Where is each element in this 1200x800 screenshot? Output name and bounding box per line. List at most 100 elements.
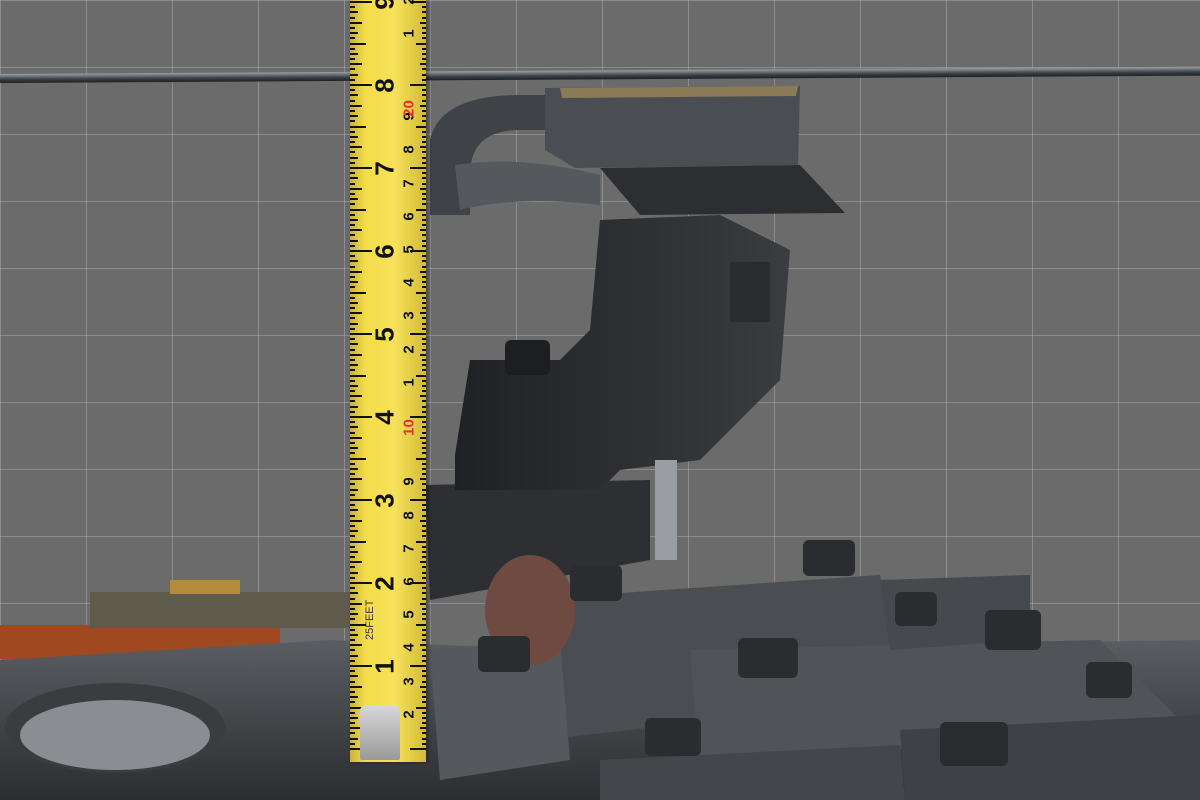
- tape-tick: [350, 602, 362, 605]
- tape-tick: [416, 540, 426, 543]
- tape-tick: [350, 115, 358, 118]
- tape-tick: [350, 317, 355, 320]
- tape-tick: [420, 644, 426, 647]
- tape-tick: [350, 384, 358, 387]
- tape-tick: [422, 493, 426, 496]
- tape-tick: [422, 260, 426, 263]
- tape-tick: [350, 32, 358, 35]
- tape-tick: [422, 597, 426, 600]
- tape-tick: [420, 727, 426, 730]
- tape-tick: [422, 514, 426, 517]
- tape-sub-label: 7: [400, 178, 418, 188]
- tape-tick: [422, 441, 426, 444]
- tape-tick: [422, 711, 426, 714]
- tape-tick: [350, 291, 366, 294]
- tape-tick: [350, 307, 355, 310]
- tape-tick: [422, 400, 426, 403]
- tape-tick: [422, 234, 426, 237]
- tape-tick: [422, 130, 426, 133]
- tape-tick: [420, 104, 426, 107]
- tape-tick: [350, 613, 358, 616]
- tape-tick: [350, 379, 355, 382]
- tape-tick: [350, 395, 362, 398]
- tape-tick: [350, 732, 355, 735]
- tape-tick: [410, 665, 426, 667]
- tape-tick: [420, 229, 426, 232]
- tape-tick: [350, 89, 355, 92]
- tape-tick: [422, 94, 426, 97]
- tape-tick: [422, 696, 426, 699]
- tape-tick: [350, 208, 366, 211]
- pickup-screen-rim: [560, 86, 798, 98]
- pickup-screen: [545, 86, 800, 168]
- bolt-head: [738, 638, 798, 678]
- tape-sub-label: 2: [400, 0, 418, 5]
- tape-tick: [350, 649, 355, 652]
- tape-tick: [422, 115, 426, 118]
- tape-red-marker: 20: [400, 100, 418, 117]
- tape-tick: [350, 286, 355, 289]
- tape-tick: [350, 187, 362, 190]
- tape-tick: [422, 322, 426, 325]
- tape-tick: [422, 390, 426, 393]
- tape-inch-label: 1: [369, 659, 400, 674]
- tape-tick: [422, 364, 426, 367]
- tape-tick: [350, 16, 355, 19]
- tape-tick: [350, 556, 355, 559]
- tape-tick: [422, 369, 426, 372]
- tape-tick: [350, 685, 362, 688]
- tape-tick: [422, 447, 426, 450]
- tape-tick: [422, 32, 426, 35]
- tape-tick: [422, 26, 426, 29]
- tape-tick: [350, 21, 362, 24]
- tape-tick: [350, 172, 355, 175]
- tape-tick: [422, 732, 426, 735]
- tape-tick: [350, 182, 355, 185]
- tape-inch-label: 5: [369, 327, 400, 342]
- tape-tick: [350, 571, 358, 574]
- tape-tick: [350, 488, 358, 491]
- tape-tick: [350, 364, 358, 367]
- tape-tick: [422, 618, 426, 621]
- tape-tick: [350, 405, 358, 408]
- tape-tick: [422, 275, 426, 278]
- tape-tick: [350, 431, 355, 434]
- screen-bracket: [600, 165, 845, 215]
- tape-tick: [422, 628, 426, 631]
- tape-tick: [422, 265, 426, 268]
- tape-inch-label: 4: [369, 410, 400, 425]
- tape-tick: [416, 623, 426, 626]
- tape-tick: [422, 607, 426, 610]
- tape-tick: [422, 255, 426, 258]
- tape-tick: [422, 550, 426, 553]
- tape-tick: [422, 592, 426, 595]
- tape-tick: [416, 706, 426, 709]
- tape-tick: [420, 685, 426, 688]
- brass-fitting: [170, 580, 240, 594]
- tape-sub-label: 3: [400, 311, 418, 321]
- tape-sub-label: 8: [400, 145, 418, 155]
- bolt-head: [985, 610, 1041, 650]
- tape-tick: [422, 737, 426, 740]
- bracket-left: [90, 592, 350, 628]
- tape-tick: [420, 353, 426, 356]
- tape-tick: [350, 675, 358, 678]
- tape-inch-label: 2: [369, 576, 400, 591]
- tape-tick: [350, 400, 355, 403]
- tape-tick: [350, 348, 355, 351]
- tape-tick: [420, 602, 426, 605]
- tape-tick: [416, 457, 426, 460]
- tape-tick: [422, 218, 426, 221]
- tape-tick: [422, 161, 426, 164]
- tape-tick: [350, 353, 362, 356]
- engine-illustration: [0, 86, 1200, 800]
- tape-tick: [350, 587, 355, 590]
- tape-tick: [350, 135, 358, 138]
- tape-tick: [350, 52, 358, 55]
- tape-tick: [350, 426, 358, 429]
- tape-tick: [350, 156, 358, 159]
- tape-tick: [350, 130, 355, 133]
- tape-tick: [350, 26, 355, 29]
- tape-tick: [350, 618, 355, 621]
- tape-sub-label: 3: [400, 676, 418, 686]
